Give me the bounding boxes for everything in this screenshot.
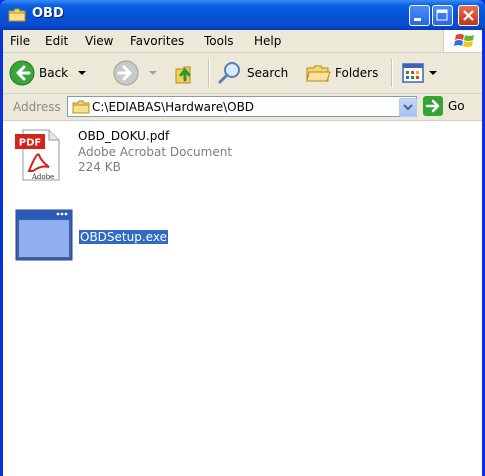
window-title: OBD [32, 6, 64, 21]
forward-arrow-icon [113, 60, 139, 86]
window-body: File Edit View Favorites Tools Help Back… [3, 30, 482, 476]
go-label: Go [448, 99, 465, 113]
back-arrow-icon [9, 60, 35, 86]
go-button[interactable]: Go [423, 96, 465, 116]
chevron-down-icon [429, 71, 437, 75]
file-name: OBDSetup.exe [78, 229, 169, 245]
address-path: C:\EDIABAS\Hardware\OBD [92, 100, 255, 114]
folders-label: Folders [335, 66, 379, 80]
menu-help[interactable]: Help [254, 34, 281, 48]
address-label: Address [13, 100, 61, 114]
chevron-down-icon [403, 104, 413, 111]
minimize-icon [414, 18, 421, 21]
search-button[interactable]: Search [217, 59, 288, 87]
chevron-down-icon [149, 71, 157, 75]
forward-button[interactable] [113, 59, 159, 87]
menu-file[interactable]: File [10, 34, 30, 48]
folder-icon [72, 100, 90, 114]
folders-icon [306, 65, 331, 82]
windows-flag-icon [454, 34, 474, 47]
application-window-icon [15, 209, 73, 261]
adobe-label: Adobe [31, 173, 54, 181]
toolbar-separator [208, 59, 210, 87]
address-dropdown-button[interactable] [399, 98, 417, 117]
folder-icon [8, 8, 26, 22]
explorer-window: OBD File Edit View Favorites Tools Help [0, 0, 485, 476]
menu-tools[interactable]: Tools [204, 34, 234, 48]
address-input[interactable]: C:\EDIABAS\Hardware\OBD [67, 96, 417, 117]
close-icon [463, 10, 474, 21]
pdf-badge-text: PDF [19, 138, 41, 149]
back-label: Back [39, 66, 69, 80]
up-folder-icon [175, 66, 191, 84]
standard-toolbar: Back Search Folders [3, 53, 482, 94]
pdf-file-icon: PDF Adobe [15, 129, 60, 181]
back-button[interactable]: Back [9, 59, 88, 87]
menu-view[interactable]: View [85, 34, 113, 48]
views-button[interactable] [400, 59, 438, 87]
folders-button[interactable]: Folders [305, 59, 378, 87]
close-button[interactable] [458, 5, 479, 26]
up-folder-button[interactable] [173, 59, 199, 87]
file-item-obdsetup[interactable]: OBDSetup.exe [13, 209, 253, 269]
menu-edit[interactable]: Edit [45, 34, 68, 48]
toolbar-separator [391, 59, 393, 87]
menu-bar: File Edit View Favorites Tools Help [3, 30, 482, 53]
maximize-icon [436, 9, 448, 21]
menu-favorites[interactable]: Favorites [130, 34, 184, 48]
file-type: Adobe Acrobat Document [78, 145, 233, 159]
search-icon [218, 62, 240, 84]
maximize-button[interactable] [432, 5, 453, 26]
search-label: Search [247, 66, 289, 80]
address-bar: Address C:\EDIABAS\Hardware\OBD Go [3, 94, 482, 121]
chevron-down-icon [78, 71, 87, 75]
file-item-obd-doku[interactable]: PDF Adobe OBD_DOKU.pdf Adobe Acrobat Doc… [13, 127, 253, 185]
windows-logo [443, 30, 482, 52]
file-size: 224 KB [78, 160, 121, 174]
minimize-button[interactable] [409, 5, 430, 26]
title-bar[interactable]: OBD [0, 0, 485, 30]
file-list[interactable]: PDF Adobe OBD_DOKU.pdf Adobe Acrobat Doc… [3, 121, 482, 476]
file-name: OBD_DOKU.pdf [78, 129, 170, 143]
views-icon [402, 63, 424, 83]
go-arrow-icon [423, 96, 443, 116]
